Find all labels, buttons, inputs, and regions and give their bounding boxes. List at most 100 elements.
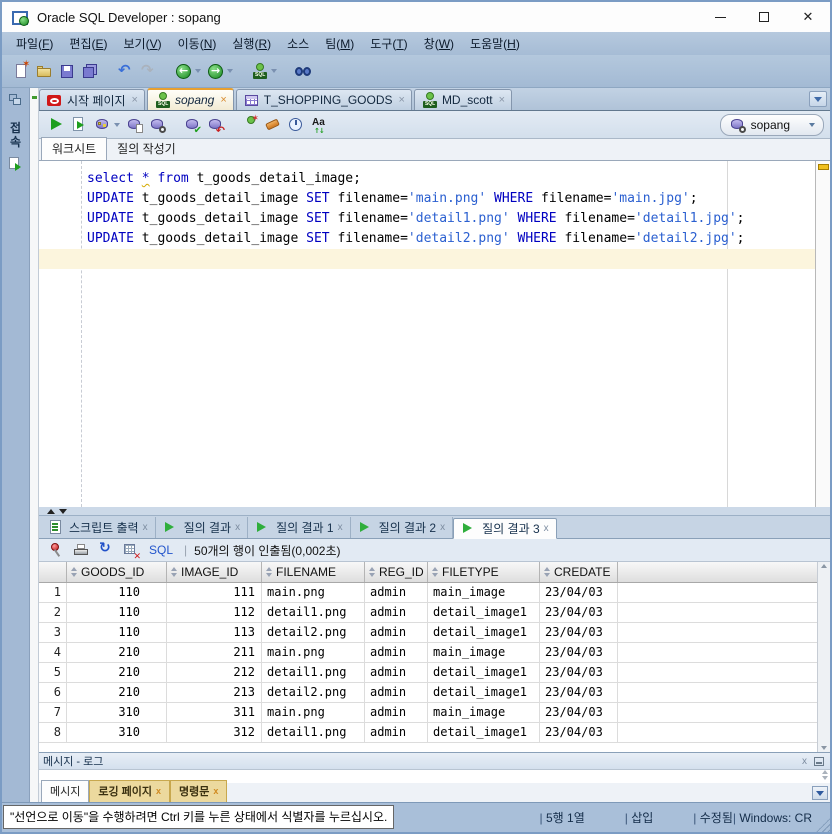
menu-item-9[interactable]: 도움말(H) bbox=[462, 32, 528, 55]
grid-cell[interactable]: detail_image1 bbox=[428, 603, 540, 622]
connections-vertical-label[interactable]: 접속 bbox=[10, 121, 21, 149]
doc-tab-1[interactable]: sopang × bbox=[146, 88, 234, 110]
grid-cell[interactable]: 113 bbox=[167, 623, 262, 642]
pin-button[interactable] bbox=[45, 540, 68, 561]
results-tab-3[interactable]: 질의 결과 2x bbox=[351, 517, 454, 538]
message-tab-0[interactable]: 메시지 bbox=[41, 780, 90, 802]
grid-cell[interactable]: 310 bbox=[67, 703, 167, 722]
message-tab-1[interactable]: 로깅 페이지 x bbox=[89, 780, 171, 802]
table-row[interactable]: 7 310 311 main.png admin main_image 23/04/03 bbox=[39, 703, 830, 723]
sql-editor[interactable]: select * from t_goods_detail_image; UPDAT… bbox=[39, 161, 830, 507]
print-button[interactable] bbox=[70, 540, 93, 561]
menu-item-2[interactable]: 보기(V) bbox=[116, 32, 170, 55]
grid-cell[interactable]: main.png bbox=[262, 643, 365, 662]
run-script-button[interactable] bbox=[68, 114, 91, 135]
grid-cell[interactable]: 23/04/03 bbox=[540, 663, 618, 682]
tab-close-icon[interactable]: × bbox=[399, 94, 405, 106]
tab-close-icon[interactable]: × bbox=[220, 94, 226, 106]
tuning-button[interactable] bbox=[146, 114, 169, 135]
grid-cell[interactable]: 110 bbox=[67, 623, 167, 642]
grid-cell[interactable]: admin bbox=[365, 623, 428, 642]
nav-back-button[interactable] bbox=[172, 61, 204, 82]
table-row[interactable]: 6 210 213 detail2.png admin detail_image1 23/0… bbox=[39, 683, 830, 703]
editor-results-splitter[interactable] bbox=[39, 507, 830, 516]
tab-overflow-button[interactable] bbox=[809, 91, 827, 107]
grid-cell[interactable]: admin bbox=[365, 683, 428, 702]
grid-cell[interactable]: 23/04/03 bbox=[540, 583, 618, 602]
grid-cell[interactable]: detail_image1 bbox=[428, 683, 540, 702]
sort-icon[interactable] bbox=[266, 567, 273, 577]
sort-icon[interactable] bbox=[544, 567, 551, 577]
grid-cell[interactable]: admin bbox=[365, 643, 428, 662]
tab-close-icon[interactable]: x bbox=[156, 786, 161, 796]
grid-cell[interactable]: admin bbox=[365, 723, 428, 742]
new-file-button[interactable] bbox=[10, 59, 33, 82]
grid-cell[interactable]: 312 bbox=[167, 723, 262, 742]
tab-close-icon[interactable]: x bbox=[213, 786, 218, 796]
rollback-button[interactable] bbox=[204, 114, 227, 137]
table-row[interactable]: 3 110 113 detail2.png admin detail_image1 23/0… bbox=[39, 623, 830, 643]
panel-close-icon[interactable]: x bbox=[798, 756, 811, 767]
chevron-down-icon[interactable] bbox=[114, 122, 120, 127]
table-row[interactable]: 1 110 111 main.png admin main_image 23/04/03 bbox=[39, 583, 830, 603]
sql-connect-button[interactable] bbox=[248, 61, 280, 82]
subtab-0[interactable]: 워크시트 bbox=[41, 137, 108, 160]
column-header-filetype[interactable]: FILETYPE bbox=[428, 562, 540, 582]
warning-marker[interactable] bbox=[817, 164, 829, 170]
sort-icon[interactable] bbox=[171, 567, 178, 577]
grid-cell[interactable]: detail1.png bbox=[262, 603, 365, 622]
clear-button[interactable] bbox=[262, 114, 285, 135]
autotrace-button[interactable] bbox=[123, 114, 146, 135]
grid-cell[interactable]: 23/04/03 bbox=[540, 703, 618, 722]
grid-cell[interactable]: 210 bbox=[67, 683, 167, 702]
tab-close-icon[interactable]: × bbox=[132, 94, 138, 106]
tab-close-icon[interactable]: x bbox=[143, 522, 148, 533]
menu-item-6[interactable]: 팀(M) bbox=[317, 32, 362, 55]
column-header-goods_id[interactable]: GOODS_ID bbox=[67, 562, 167, 582]
grid-cell[interactable]: 210 bbox=[67, 663, 167, 682]
grid-cell[interactable]: detail1.png bbox=[262, 663, 365, 682]
chevron-down-icon[interactable] bbox=[271, 69, 277, 73]
sort-icon[interactable] bbox=[432, 567, 439, 577]
column-header-reg_id[interactable]: REG_ID bbox=[365, 562, 428, 582]
results-tab-4[interactable]: 질의 결과 3 x bbox=[453, 518, 557, 539]
grid-cell[interactable]: admin bbox=[365, 703, 428, 722]
refresh-button[interactable] bbox=[95, 540, 118, 561]
grid-cell[interactable]: 23/04/03 bbox=[540, 723, 618, 742]
code-line-4[interactable]: UPDATE t_goods_detail_image SET filename… bbox=[39, 229, 830, 249]
grid-cell[interactable]: 310 bbox=[67, 723, 167, 742]
annotation-ruler[interactable] bbox=[815, 161, 830, 507]
table-row[interactable]: 4 210 211 main.png admin main_image 23/04/03 bbox=[39, 643, 830, 663]
tab-close-icon[interactable]: × bbox=[499, 94, 505, 106]
grid-cell[interactable]: detail_image1 bbox=[428, 663, 540, 682]
grid-cell[interactable]: admin bbox=[365, 663, 428, 682]
grid-cell[interactable]: 210 bbox=[67, 643, 167, 662]
run-button[interactable] bbox=[45, 114, 68, 135]
restore-panel-icon[interactable] bbox=[7, 92, 24, 109]
grid-cell[interactable]: 23/04/03 bbox=[540, 623, 618, 642]
menu-item-7[interactable]: 도구(T) bbox=[362, 32, 415, 55]
code-line-2[interactable]: UPDATE t_goods_detail_image SET filename… bbox=[39, 189, 830, 209]
collapse-up-icon[interactable] bbox=[47, 508, 55, 514]
table-row[interactable]: 5 210 212 detail1.png admin detail_image1 23/0… bbox=[39, 663, 830, 683]
scroll-down-icon[interactable] bbox=[821, 746, 827, 750]
reports-icon[interactable] bbox=[7, 155, 24, 172]
code-area[interactable]: select * from t_goods_detail_image; UPDAT… bbox=[39, 169, 830, 269]
results-tab-1[interactable]: 질의 결과 x bbox=[156, 517, 249, 538]
grid-cell[interactable]: main_image bbox=[428, 583, 540, 602]
save-all-button[interactable] bbox=[79, 61, 102, 82]
grid-cell[interactable]: main_image bbox=[428, 703, 540, 722]
grid-vertical-scrollbar[interactable] bbox=[817, 562, 830, 752]
chevron-down-icon[interactable] bbox=[227, 69, 233, 73]
grid-cell[interactable]: 23/04/03 bbox=[540, 603, 618, 622]
sort-icon[interactable] bbox=[71, 567, 78, 577]
message-tab-2[interactable]: 명령문 x bbox=[170, 780, 228, 802]
grid-cell[interactable]: 213 bbox=[167, 683, 262, 702]
grid-cell[interactable]: main.png bbox=[262, 583, 365, 602]
delete-grid-button[interactable] bbox=[120, 540, 143, 562]
scroll-up-icon[interactable] bbox=[821, 564, 827, 568]
grid-cell[interactable]: 23/04/03 bbox=[540, 683, 618, 702]
explain-plan-button[interactable] bbox=[91, 114, 123, 135]
grid-cell[interactable]: main_image bbox=[428, 643, 540, 662]
grid-cell[interactable]: 211 bbox=[167, 643, 262, 662]
